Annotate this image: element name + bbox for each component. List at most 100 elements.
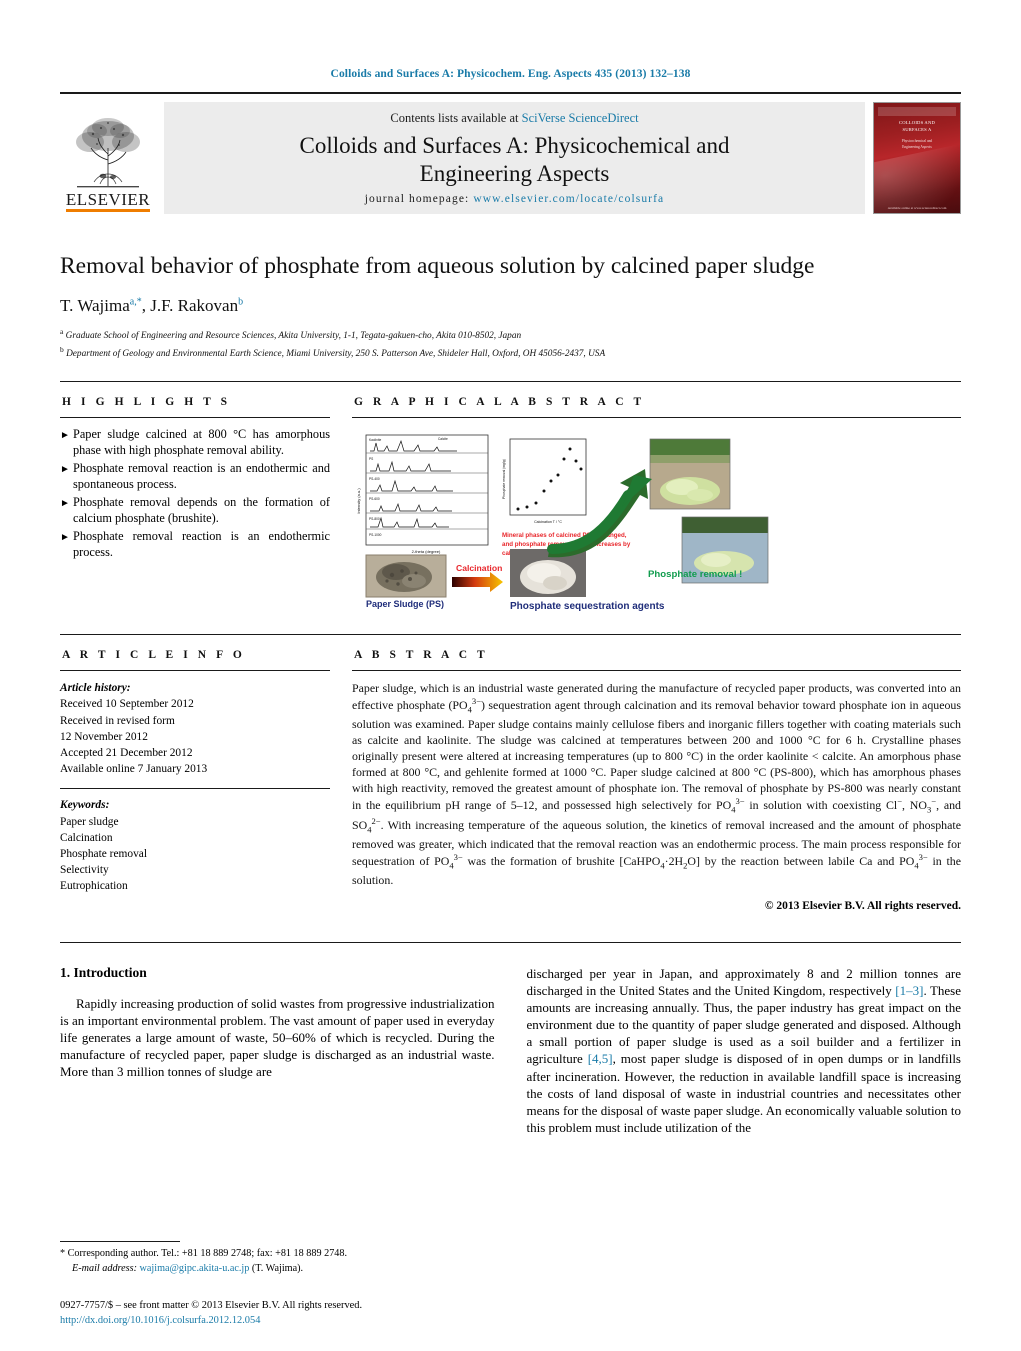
abstract-part: ·2H — [664, 853, 684, 868]
article-history-item: 12 November 2012 — [60, 730, 148, 743]
footnote-email-label: E-mail address: — [72, 1263, 137, 1275]
doi-link[interactable]: http://dx.doi.org/10.1016/j.colsurfa.201… — [60, 1313, 520, 1329]
footnote-email-line: E-mail address: wajima@gipc.akita-u.ac.j… — [60, 1262, 480, 1277]
journal-title: Colloids and Surfaces A: Physicochemical… — [300, 132, 730, 186]
elsevier-tree-icon — [76, 118, 140, 188]
removal-temperature-plot: Phosphate removal (mg/g) Calcination T /… — [502, 438, 587, 524]
svg-text:PS-600: PS-600 — [369, 497, 380, 501]
article-history-item: Accepted 21 December 2012 — [60, 746, 193, 759]
footnote-corresponding-line: * Corresponding author. Tel.: +81 18 889… — [60, 1247, 480, 1262]
abstract-rule — [352, 670, 961, 672]
footnote-email-link[interactable]: wajima@gipc.akita-u.ac.jp — [140, 1263, 250, 1274]
abstract-copyright: © 2013 Elsevier B.V. All rights reserved… — [764, 899, 961, 912]
keyword-item: Paper sludge — [60, 815, 119, 828]
masthead-center: Contents lists available at SciVerse Sci… — [164, 102, 865, 214]
running-head: Colloids and Surfaces A: Physicochem. En… — [330, 68, 691, 80]
cover-swoosh — [874, 140, 960, 213]
article-info-rule — [60, 670, 330, 672]
homepage-url-link[interactable]: www.elsevier.com/locate/colsurfa — [473, 193, 664, 205]
citation-link-1[interactable]: [1–3] — [895, 983, 923, 998]
articleinfo-abstract-band: A R T I C L E I N F O Article history: R… — [60, 634, 962, 912]
graphical-abstract-rule — [352, 417, 961, 419]
article-page: Colloids and Surfaces A: Physicochem. En… — [0, 0, 1021, 1351]
journal-masthead: ELSEVIER Contents lists available at Sci… — [60, 92, 961, 214]
article-info-column: A R T I C L E I N F O Article history: R… — [60, 649, 330, 911]
affiliation-a-text: Graduate School of Engineering and Resou… — [65, 331, 522, 342]
abstract-sup: 3− — [918, 851, 928, 862]
contents-prefix: Contents lists available at — [390, 111, 522, 126]
highlight-text: Paper sludge calcined at 800 °C has amor… — [73, 427, 330, 458]
abstract-part: was the formation of brushite [CaHPO — [462, 853, 661, 868]
calcined-powder-photo — [510, 549, 586, 598]
footnote-corresponding-text: Corresponding author. Tel.: +81 18 889 2… — [67, 1248, 348, 1260]
intro-paragraph-left: Rapidly increasing production of solid w… — [60, 995, 495, 1080]
cover-footer: Available online at www.sciencedirect.co… — [887, 206, 947, 210]
keyword-item: Calcination — [60, 831, 113, 844]
svg-text:PS: PS — [369, 457, 373, 461]
author-2-name: J.F. Rakovan — [150, 296, 239, 316]
bullet-arrow-icon: ► — [60, 498, 70, 510]
abstract-heading: A B S T R A C T — [354, 649, 489, 662]
imprint-block: 0927-7757/$ – see front matter © 2013 El… — [60, 1298, 520, 1329]
intro-paragraph-right: discharged per year in Japan, and approx… — [527, 965, 962, 1137]
bullet-arrow-icon: ► — [60, 464, 70, 476]
sciencedirect-link[interactable]: SciVerse ScienceDirect — [522, 111, 639, 125]
highlight-item: ► Phosphate removal reaction is an endot… — [60, 461, 330, 493]
highlights-list: ► Paper sludge calcined at 800 °C has am… — [60, 427, 330, 561]
article-history-item: Received 10 September 2012 — [60, 698, 194, 711]
affiliation-b-text: Department of Geology and Environmental … — [66, 348, 606, 359]
journal-cover-thumbnail: COLLOIDS AND SURFACES A Physicochemical … — [873, 102, 961, 214]
highlight-item: ► Phosphate removal depends on the forma… — [60, 495, 330, 527]
author-1: T. Wajimaa,* — [60, 296, 142, 315]
author-2-marks[interactable]: b — [238, 297, 243, 308]
abstract-part: O] by the reaction between labile Ca and… — [687, 853, 915, 868]
sequestration-caption: Phosphate sequestration agents — [510, 601, 665, 612]
body-columns: 1. Introduction Rapidly increasing produ… — [60, 941, 962, 1137]
svg-text:Phosphate removal (mg/g): Phosphate removal (mg/g) — [502, 459, 506, 499]
corresponding-author-footnote: * Corresponding author. Tel.: +81 18 889… — [60, 1241, 480, 1277]
article-title: Removal behavior of phosphate from aqueo… — [60, 253, 815, 279]
svg-text:PS-400: PS-400 — [369, 477, 380, 481]
homepage-label: journal homepage: — [364, 192, 470, 205]
abstract-part: ) sequestration agent through calcinatio… — [352, 698, 962, 813]
footnote-star: * — [60, 1248, 66, 1260]
highlights-graphical-band: H I G H L I G H T S ► Paper sludge calci… — [60, 381, 961, 613]
highlights-heading: H I G H L I G H T S — [62, 396, 231, 409]
keywords-separator — [60, 788, 330, 790]
abstract-part: , NO — [902, 798, 927, 813]
imprint-issn-line: 0927-7757/$ – see front matter © 2013 El… — [60, 1299, 363, 1311]
highlights-column: H I G H L I G H T S ► Paper sludge calci… — [60, 396, 330, 612]
pond-photo-before — [649, 438, 731, 510]
paper-sludge-caption: Paper Sludge (PS) — [366, 599, 444, 609]
highlight-text: Phosphate removal reaction is an endothe… — [73, 461, 330, 492]
abstract-sup: 3− — [471, 696, 482, 707]
cover-top-band — [878, 107, 956, 116]
cover-title-line-2: SURFACES A — [902, 126, 932, 132]
svg-text:PS-800: PS-800 — [369, 517, 380, 521]
elsevier-wordmark: ELSEVIER — [66, 191, 150, 212]
paper-sludge-photo — [365, 554, 447, 598]
abstract-sup: 3− — [453, 851, 463, 862]
title-block: Removal behavior of phosphate from aqueo… — [60, 252, 961, 361]
journal-title-line-2: Engineering Aspects — [419, 160, 610, 186]
author-1-marks[interactable]: a,* — [130, 297, 142, 308]
keyword-item: Selectivity — [60, 864, 109, 877]
cover-title: COLLOIDS AND SURFACES A — [874, 120, 960, 134]
highlight-item: ► Phosphate removal reaction is an endot… — [60, 529, 330, 561]
body-column-left: 1. Introduction Rapidly increasing produ… — [60, 965, 495, 1137]
svg-text:PS-1000: PS-1000 — [369, 533, 382, 537]
footnote-email-owner: (T. Wajima). — [251, 1263, 304, 1275]
citation-link-2[interactable]: [4,5] — [588, 1051, 613, 1066]
highlights-rule — [60, 417, 330, 419]
bullet-arrow-icon: ► — [60, 532, 70, 544]
graphical-abstract-heading: G R A P H I C A L A B S T R A C T — [354, 396, 645, 409]
contents-list-line: Contents lists available at SciVerse Sci… — [390, 111, 638, 126]
author-list: T. Wajimaa,*, J.F. Rakovanb — [60, 296, 244, 316]
article-info-heading: A R T I C L E I N F O — [62, 649, 246, 662]
abstract-column: A B S T R A C T Paper sludge, which is a… — [352, 649, 962, 912]
svg-text:2-theta (degree): 2-theta (degree) — [412, 549, 441, 554]
phosphate-removal-caption: Phosphate removal ! — [648, 569, 742, 580]
highlight-text: Phosphate removal reaction is an endothe… — [73, 529, 330, 560]
body-column-right: discharged per year in Japan, and approx… — [527, 965, 962, 1137]
article-history-item: Available online 7 January 2013 — [60, 763, 208, 776]
